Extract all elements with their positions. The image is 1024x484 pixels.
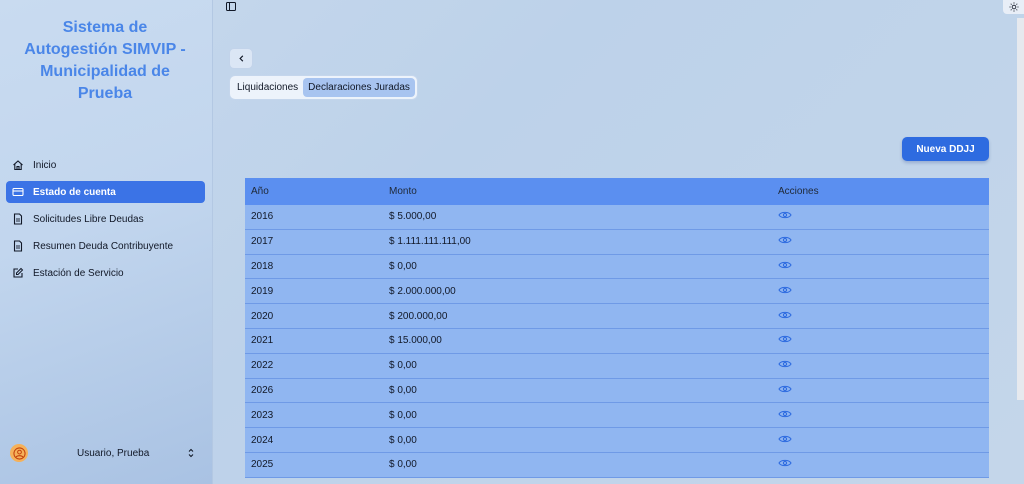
table-row: 2025 $ 0,00 (245, 452, 989, 478)
actions-cell (772, 384, 792, 397)
view-eye-icon[interactable] (778, 310, 792, 320)
sidebar-item-solicitudes[interactable]: Solicitudes Libre Deudas (6, 208, 205, 230)
view-eye-icon[interactable] (778, 409, 792, 419)
table-row: 2024 $ 0,00 (245, 428, 989, 453)
table-row: 2017 $ 1.111.111.111,00 (245, 229, 989, 255)
new-ddjj-button[interactable]: Nueva DDJJ (902, 137, 989, 161)
edit-icon (12, 267, 24, 279)
year-cell: 2019 (251, 285, 274, 297)
sidebar-item-estacion-servicio[interactable]: Estación de Servicio (6, 262, 205, 284)
table-row: 2018 $ 0,00 (245, 254, 989, 280)
table-row: 2022 $ 0,00 (245, 353, 989, 379)
year-cell: 2024 (251, 434, 274, 446)
column-header: Año (251, 186, 269, 197)
actions-cell (772, 458, 792, 471)
amount-cell: $ 0,00 (389, 260, 417, 272)
view-eye-icon[interactable] (778, 260, 792, 270)
year-cell: 2025 (251, 459, 274, 471)
actions-cell (772, 409, 792, 422)
view-eye-icon[interactable] (778, 210, 792, 220)
table-body: 2016 $ 5.000,00 2017 $ 1.111.111.111,00 2018… (245, 205, 989, 478)
table-row: 2016 $ 5.000,00 (245, 205, 989, 230)
app-title-line: Autogestión SIMVIP - (24, 41, 186, 58)
actions-cell (772, 235, 792, 248)
app-title-line: Prueba (77, 85, 133, 102)
amount-cell: $ 200.000,00 (389, 310, 448, 322)
table-row: 2020 $ 200.000,00 (245, 304, 989, 329)
view-eye-icon[interactable] (778, 334, 792, 344)
year-cell: 2017 (251, 236, 274, 248)
column-header: Monto (389, 186, 417, 197)
chevron-up-down-icon (186, 447, 196, 459)
actions-cell (772, 334, 792, 347)
tab-liquidaciones[interactable]: Liquidaciones (232, 78, 303, 97)
amount-cell: $ 0,00 (389, 384, 417, 396)
panel-toggle-icon[interactable] (225, 0, 237, 12)
amount-cell: $ 0,00 (389, 459, 417, 471)
actions-cell (772, 285, 792, 298)
year-cell: 2026 (251, 384, 274, 396)
view-eye-icon[interactable] (778, 434, 792, 444)
sidebar-item-label: Inicio (33, 159, 57, 171)
year-cell: 2023 (251, 409, 274, 421)
amount-cell: $ 0,00 (389, 409, 417, 421)
year-cell: 2020 (251, 310, 274, 322)
amount-cell: $ 0,00 (389, 434, 417, 446)
scrollbar[interactable] (1017, 18, 1024, 400)
actions-cell (772, 210, 792, 223)
year-cell: 2018 (251, 260, 274, 272)
sidebar-nav: Inicio Estado de cuenta Solicitudes Libr… (6, 154, 205, 289)
actions-cell (772, 359, 792, 372)
app-title-line: Sistema de (62, 19, 148, 36)
user-name: Usuario, Prueba (77, 447, 150, 459)
document-icon (12, 213, 24, 225)
sidebar-item-label: Solicitudes Libre Deudas (33, 213, 144, 225)
sidebar-item-estado-de-cuenta[interactable]: Estado de cuenta (6, 181, 205, 203)
user-avatar-icon (10, 444, 28, 462)
table-row: 2023 $ 0,00 (245, 403, 989, 429)
year-cell: 2022 (251, 360, 274, 372)
amount-cell: $ 1.111.111.111,00 (389, 236, 471, 248)
home-icon (12, 159, 24, 171)
amount-cell: $ 15.000,00 (389, 335, 442, 347)
table-row: 2026 $ 0,00 (245, 378, 989, 404)
table-row: 2019 $ 2.000.000,00 (245, 279, 989, 305)
ddjj-table: Año Monto Acciones 2016 $ 5.000,00 2017 $ 1… (245, 178, 989, 478)
app-title-line: Municipalidad de (40, 63, 170, 80)
document-icon (12, 240, 24, 252)
sidebar-item-inicio[interactable]: Inicio (6, 154, 205, 176)
year-cell: 2016 (251, 211, 274, 223)
year-cell: 2021 (251, 335, 274, 347)
amount-cell: $ 0,00 (389, 360, 417, 372)
table-row: 2021 $ 15.000,00 (245, 328, 989, 354)
amount-cell: $ 5.000,00 (389, 211, 437, 223)
view-eye-icon[interactable] (778, 384, 792, 394)
amount-cell: $ 2.000.000,00 (389, 285, 456, 297)
back-button[interactable] (229, 48, 253, 69)
card-icon (12, 186, 24, 198)
sidebar-item-label: Resumen Deuda Contribuyente (33, 240, 174, 252)
app-title: Sistema de Autogestión SIMVIP - Municipa… (10, 17, 200, 105)
actions-cell (772, 434, 792, 447)
tab-declaraciones-juradas[interactable]: Declaraciones Juradas (303, 78, 415, 97)
view-eye-icon[interactable] (778, 235, 792, 245)
tabs: Liquidaciones Declaraciones Juradas (229, 75, 418, 100)
actions-cell (772, 310, 792, 323)
sidebar-item-label: Estación de Servicio (33, 267, 124, 279)
sidebar: Sistema de Autogestión SIMVIP - Municipa… (0, 0, 213, 484)
view-eye-icon[interactable] (778, 359, 792, 369)
view-eye-icon[interactable] (778, 458, 792, 468)
chevron-left-icon (238, 55, 243, 62)
sidebar-item-label: Estado de cuenta (33, 186, 116, 198)
user-menu[interactable]: Usuario, Prueba (6, 441, 206, 465)
table-header: Año Monto Acciones (245, 178, 989, 205)
view-eye-icon[interactable] (778, 285, 792, 295)
theme-toggle-icon[interactable] (1003, 0, 1024, 14)
actions-cell (772, 260, 792, 273)
column-header: Acciones (778, 186, 819, 197)
sidebar-item-resumen-deuda[interactable]: Resumen Deuda Contribuyente (6, 235, 205, 257)
